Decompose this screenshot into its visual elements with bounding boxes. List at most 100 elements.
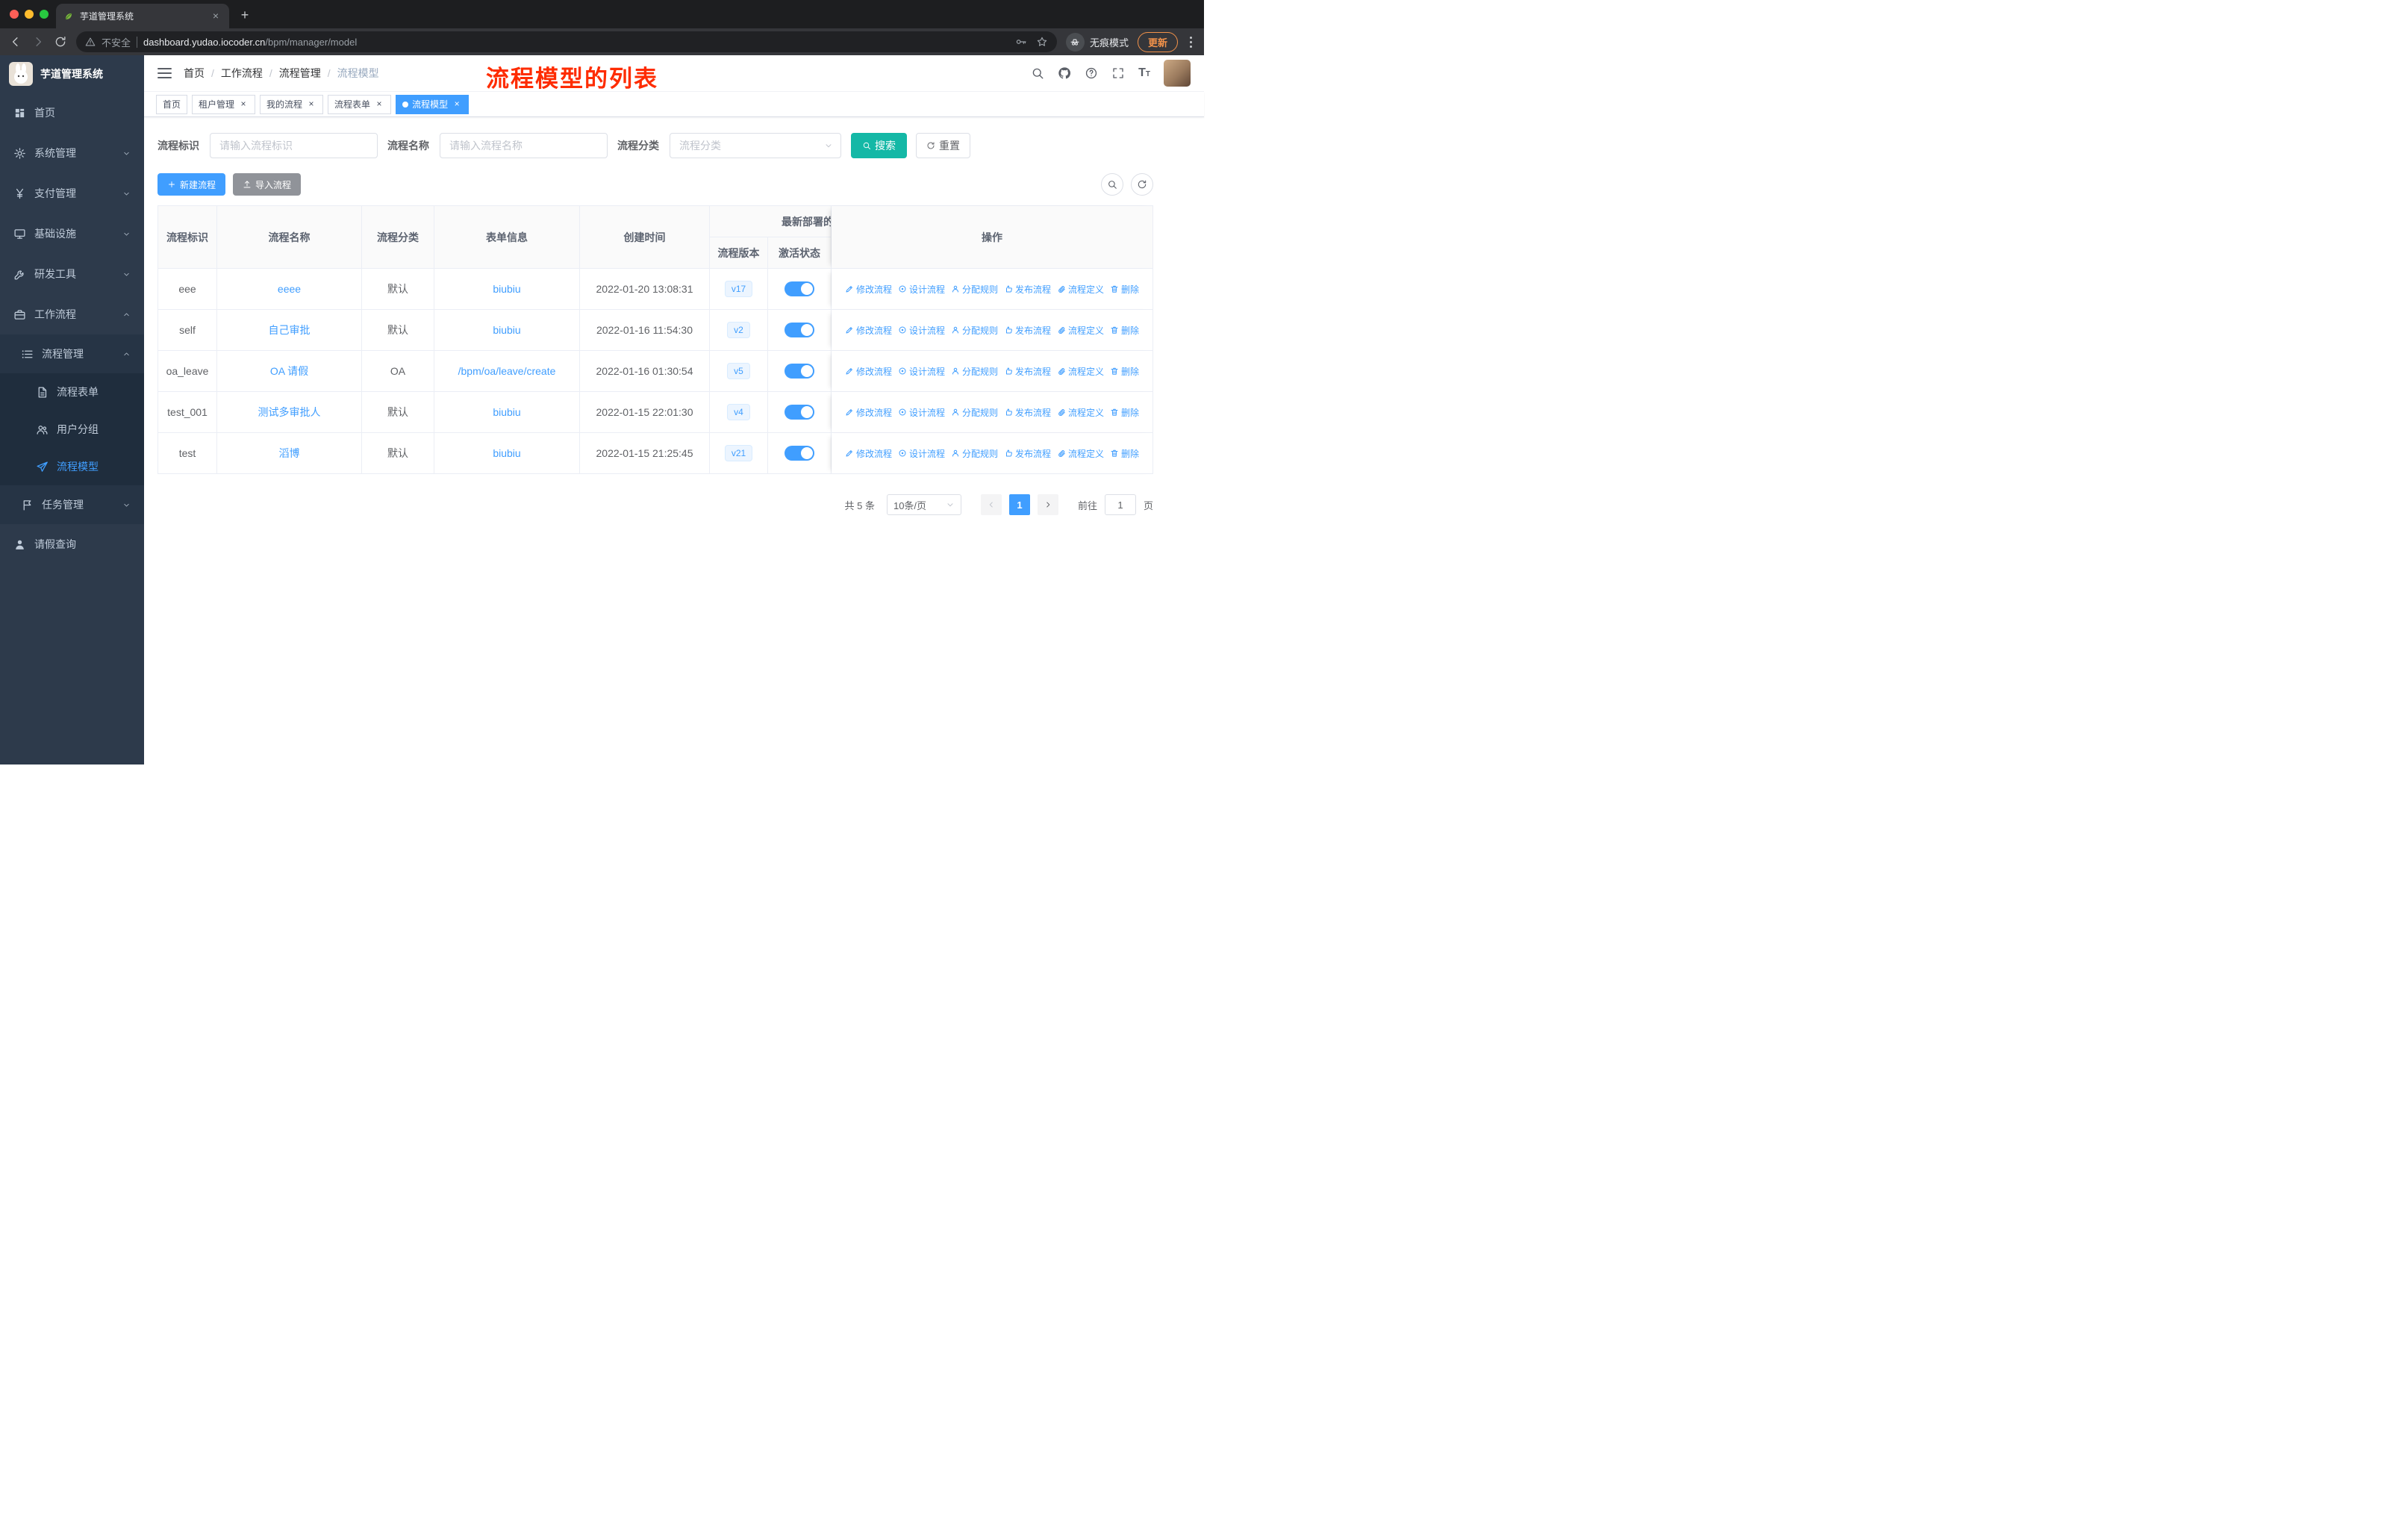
- import-process-button[interactable]: 导入流程: [233, 173, 302, 196]
- design-process-link[interactable]: 设计流程: [898, 447, 945, 460]
- process-name-link[interactable]: eeee: [278, 283, 301, 295]
- design-process-link[interactable]: 设计流程: [898, 406, 945, 419]
- delete-link[interactable]: 删除: [1110, 406, 1139, 419]
- form-info-link[interactable]: biubiu: [493, 283, 520, 295]
- tag-home[interactable]: 首页: [156, 94, 188, 114]
- github-icon[interactable]: [1058, 66, 1071, 80]
- sidebar-item-user-group[interactable]: 用户分组: [0, 411, 144, 448]
- form-info-link[interactable]: biubiu: [493, 447, 520, 459]
- modify-process-link[interactable]: 修改流程: [845, 283, 892, 296]
- sidebar-item-process-model[interactable]: 流程模型: [0, 448, 144, 485]
- delete-link[interactable]: 删除: [1110, 324, 1139, 337]
- page-number-button[interactable]: 1: [1008, 494, 1030, 515]
- bookmark-star-icon[interactable]: [1036, 36, 1048, 48]
- sidebar-item-leave-query[interactable]: 请假查询: [0, 524, 144, 564]
- publish-process-link[interactable]: 发布流程: [1004, 365, 1051, 378]
- publish-process-link[interactable]: 发布流程: [1004, 406, 1051, 419]
- close-icon[interactable]: [306, 99, 316, 110]
- sidebar-item-workflow[interactable]: 工作流程: [0, 294, 144, 334]
- process-name-link[interactable]: OA 请假: [270, 364, 308, 379]
- minimize-window-button[interactable]: [25, 10, 34, 19]
- refresh-table-button[interactable]: [1131, 173, 1153, 196]
- assign-rules-link[interactable]: 分配规则: [951, 447, 998, 460]
- tag-process-model[interactable]: 流程模型: [396, 94, 470, 114]
- delete-link[interactable]: 删除: [1110, 365, 1139, 378]
- process-name-link[interactable]: 滔博: [279, 446, 300, 461]
- next-page-button[interactable]: [1037, 494, 1058, 515]
- close-icon[interactable]: [238, 99, 249, 110]
- font-size-icon[interactable]: TT: [1138, 67, 1150, 79]
- process-name-link[interactable]: 自己审批: [269, 323, 311, 337]
- status-toggle[interactable]: [785, 323, 814, 337]
- address-bar[interactable]: 不安全 dashboard.yudao.iocoder.cn/bpm/manag…: [76, 31, 1057, 52]
- help-icon[interactable]: [1085, 66, 1098, 80]
- design-process-link[interactable]: 设计流程: [898, 365, 945, 378]
- process-definition-link[interactable]: 流程定义: [1057, 365, 1104, 378]
- sidebar-item-process-form[interactable]: 流程表单: [0, 373, 144, 411]
- breadcrumb-workflow[interactable]: 工作流程: [205, 66, 263, 81]
- create-process-button[interactable]: 新建流程: [157, 173, 226, 196]
- tag-tenant-management[interactable]: 租户管理: [192, 94, 256, 114]
- fullscreen-icon[interactable]: [1111, 66, 1125, 80]
- new-tab-button[interactable]: [235, 6, 255, 25]
- assign-rules-link[interactable]: 分配规则: [951, 365, 998, 378]
- sidebar-item-process-management[interactable]: 流程管理: [0, 334, 144, 373]
- process-name-input[interactable]: [440, 133, 608, 158]
- reset-button[interactable]: 重置: [916, 133, 970, 158]
- publish-process-link[interactable]: 发布流程: [1004, 447, 1051, 460]
- goto-page-input[interactable]: [1104, 494, 1136, 515]
- sidebar-item-infrastructure[interactable]: 基础设施: [0, 214, 144, 254]
- breadcrumb-home[interactable]: 首页: [184, 66, 205, 81]
- process-name-link[interactable]: 测试多审批人: [258, 405, 321, 420]
- process-definition-link[interactable]: 流程定义: [1057, 283, 1104, 296]
- prev-page-button[interactable]: [980, 494, 1002, 515]
- sidebar-item-dev-tools[interactable]: 研发工具: [0, 254, 144, 294]
- sidebar-item-home[interactable]: 首页: [0, 93, 144, 133]
- url-text[interactable]: dashboard.yudao.iocoder.cn/bpm/manager/m…: [143, 37, 357, 48]
- tag-my-process[interactable]: 我的流程: [260, 94, 324, 114]
- assign-rules-link[interactable]: 分配规则: [951, 324, 998, 337]
- toggle-search-button[interactable]: [1101, 173, 1123, 196]
- close-icon[interactable]: [452, 99, 462, 110]
- delete-link[interactable]: 删除: [1110, 447, 1139, 460]
- assign-rules-link[interactable]: 分配规则: [951, 406, 998, 419]
- category-select[interactable]: 流程分类: [670, 133, 841, 158]
- page-size-select[interactable]: 10条/页: [886, 494, 961, 515]
- status-toggle[interactable]: [785, 446, 814, 461]
- reload-icon[interactable]: [54, 35, 67, 49]
- close-window-button[interactable]: [10, 10, 19, 19]
- close-icon[interactable]: [374, 99, 384, 110]
- modify-process-link[interactable]: 修改流程: [845, 447, 892, 460]
- form-info-link[interactable]: biubiu: [493, 324, 520, 336]
- sidebar-item-system[interactable]: 系统管理: [0, 133, 144, 173]
- browser-menu-icon[interactable]: [1187, 34, 1195, 51]
- delete-link[interactable]: 删除: [1110, 283, 1139, 296]
- form-info-link[interactable]: biubiu: [493, 406, 520, 418]
- status-toggle[interactable]: [785, 405, 814, 420]
- zoom-window-button[interactable]: [40, 10, 49, 19]
- modify-process-link[interactable]: 修改流程: [845, 365, 892, 378]
- modify-process-link[interactable]: 修改流程: [845, 324, 892, 337]
- tag-process-form[interactable]: 流程表单: [328, 94, 392, 114]
- sidebar-item-payment[interactable]: 支付管理: [0, 173, 144, 214]
- modify-process-link[interactable]: 修改流程: [845, 406, 892, 419]
- publish-process-link[interactable]: 发布流程: [1004, 283, 1051, 296]
- sidebar-logo[interactable]: 芋道管理系统: [0, 55, 144, 93]
- process-definition-link[interactable]: 流程定义: [1057, 447, 1104, 460]
- process-key-input[interactable]: [210, 133, 378, 158]
- status-toggle[interactable]: [785, 281, 814, 296]
- sidebar-toggle-icon[interactable]: [157, 68, 172, 78]
- back-icon[interactable]: [9, 35, 22, 49]
- password-key-icon[interactable]: [1015, 36, 1027, 48]
- form-info-link[interactable]: /bpm/oa/leave/create: [458, 365, 556, 377]
- publish-process-link[interactable]: 发布流程: [1004, 324, 1051, 337]
- design-process-link[interactable]: 设计流程: [898, 324, 945, 337]
- search-button[interactable]: 搜索: [851, 133, 907, 158]
- browser-tab[interactable]: 芋道管理系统: [56, 4, 229, 28]
- process-definition-link[interactable]: 流程定义: [1057, 324, 1104, 337]
- security-label[interactable]: 不安全: [102, 35, 131, 49]
- browser-update-button[interactable]: 更新: [1137, 31, 1178, 52]
- security-warning-icon[interactable]: [85, 37, 96, 47]
- tab-close-icon[interactable]: [210, 10, 222, 22]
- search-icon[interactable]: [1031, 66, 1044, 80]
